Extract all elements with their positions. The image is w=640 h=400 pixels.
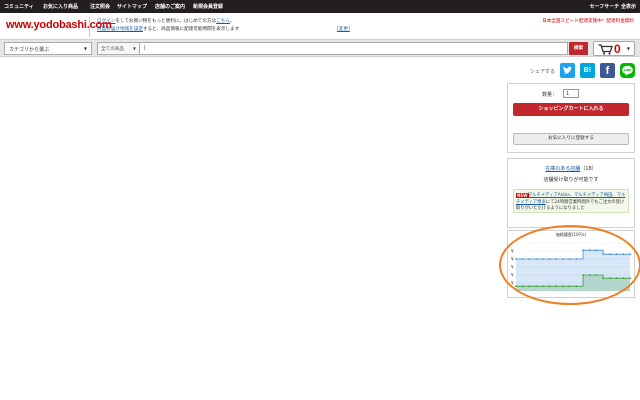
cart-button[interactable]: 0 ▼ xyxy=(593,41,635,56)
search-button[interactable]: 検索 xyxy=(569,42,588,55)
search-scope-label: 全ての商品 xyxy=(101,47,124,52)
nav-item-stores[interactable]: 店舗のご案内 xyxy=(155,3,185,10)
login-link[interactable]: ログイン xyxy=(97,19,115,24)
delivery-area-text: すると、商品情報に配達可能時間を表示します xyxy=(142,27,240,32)
nav-item-favorites[interactable]: お気に入り商品 xyxy=(43,3,78,10)
store-pickup-text: 店舗受け取りが可能です xyxy=(543,177,599,183)
twitter-icon xyxy=(563,66,573,74)
highlight-circle xyxy=(499,225,640,305)
cart-icon xyxy=(598,44,613,55)
stock-stores-line: 在庫のある店舗（18） xyxy=(508,165,634,172)
line-icon: LINE xyxy=(622,65,633,76)
site-header: www.yodobashi.com ログインをしてお買い物をもっと便利に。はじめ… xyxy=(0,13,640,39)
header-divider xyxy=(89,17,90,37)
nav-item-register[interactable]: 新規会員登録 xyxy=(193,3,223,10)
delivery-area-link[interactable]: 商品お届け地域を設定 xyxy=(97,27,143,32)
cart-count: 0 xyxy=(614,42,621,56)
purchase-panel: 数量： 1 ショッピングカートに入れる お気に入りに登録する xyxy=(507,83,635,153)
search-bar: カテゴリから選ぶ ▼ 全ての商品 ▼ | 検索 0 ▼ xyxy=(0,39,640,57)
nav-item-community[interactable]: コミュニティ xyxy=(4,3,34,10)
facebook-share-button[interactable]: f xyxy=(600,63,615,78)
line-icon-text: LINE xyxy=(624,68,632,72)
search-input-value: | xyxy=(144,45,146,51)
nav-item-sitemap[interactable]: サイトマップ xyxy=(117,3,147,10)
add-to-cart-button[interactable]: ショッピングカートに入れる xyxy=(513,103,629,116)
promo-line-1: 日本全国スピード配達実施中！配達料金無料 xyxy=(542,19,634,24)
line-share-button[interactable]: LINE xyxy=(620,63,635,78)
quantity-label: 数量： xyxy=(542,92,558,98)
promo-banner: 日本全国スピード配達実施中！配達料金無料 xyxy=(542,18,634,26)
top-nav-bar: コミュニティ お気に入り商品 注文照会 サイトマップ 店舗のご案内 新規会員登録… xyxy=(0,0,640,13)
category-select[interactable]: カテゴリから選ぶ ▼ xyxy=(4,42,92,55)
add-to-favorites-button[interactable]: お気に入りに登録する xyxy=(513,133,629,145)
login-message-text: をしてお買い物をもっと便利に。はじめての方は xyxy=(115,19,217,24)
nav-item-order-inquiry[interactable]: 注文照会 xyxy=(90,3,110,10)
quantity-value: 1 xyxy=(566,91,570,97)
change-area-link[interactable]: [変更] xyxy=(337,26,350,32)
signup-link[interactable]: こちら xyxy=(216,19,230,24)
chevron-down-icon: ▼ xyxy=(83,46,87,51)
hatena-share-button[interactable]: B! xyxy=(580,63,595,78)
login-message: ログインをしてお買い物をもっと便利に。はじめての方はこちら。 商品お届け地域を設… xyxy=(97,18,239,34)
login-message-end: 。 xyxy=(229,19,235,24)
search-scope-select[interactable]: 全ての商品 ▼ xyxy=(97,42,139,55)
search-input[interactable]: | xyxy=(139,42,568,55)
store-stock-panel: 在庫のある店舗（18） 店舗受け取りが可能です NEW マルチメディアAkiba… xyxy=(507,158,635,228)
pickup-notice-text: マルチメディアAkiba、マルチメディア梅田、マルチメディア博多にて24時間営業… xyxy=(516,193,626,213)
chevron-down-icon: ▼ xyxy=(626,46,630,51)
safe-search-toggle[interactable]: セーフサーチ 全表示 xyxy=(590,3,636,10)
twitter-share-button[interactable] xyxy=(560,63,575,78)
quantity-select[interactable]: 1 xyxy=(563,89,579,98)
stores-in-stock-link[interactable]: 在庫のある店舗 xyxy=(545,166,580,172)
stores-count: （18） xyxy=(580,166,597,172)
pickup-notice: NEW マルチメディアAkiba、マルチメディア梅田、マルチメディア博多にて24… xyxy=(513,189,629,213)
site-logo[interactable]: www.yodobashi.com xyxy=(6,19,112,31)
category-select-label: カテゴリから選ぶ xyxy=(9,47,50,53)
share-label: シェアする xyxy=(530,69,556,75)
chevron-down-icon: ▼ xyxy=(132,46,136,51)
